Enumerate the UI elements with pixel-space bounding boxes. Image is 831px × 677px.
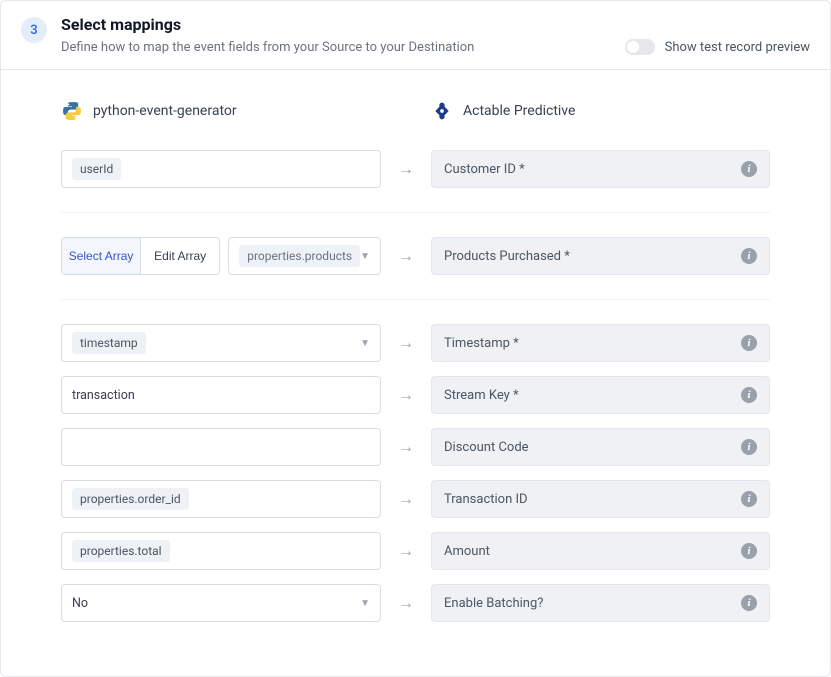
mapping-row: transaction → Stream Key * i	[61, 376, 770, 414]
chevron-down-icon: ▼	[360, 251, 370, 262]
info-icon[interactable]: i	[741, 387, 757, 403]
arrow-icon: →	[381, 159, 431, 179]
dest-label: Amount	[444, 544, 490, 559]
source-field-amount[interactable]: properties.total	[61, 532, 381, 570]
source-text: transaction	[72, 388, 135, 403]
array-path-chip: properties.products	[239, 245, 360, 267]
dest-field-enable-batching: Enable Batching? i	[431, 584, 770, 622]
preview-toggle[interactable]	[625, 39, 655, 55]
dest-field-stream-key: Stream Key * i	[431, 376, 770, 414]
dest-label: Products Purchased *	[444, 249, 570, 264]
dest-label: Stream Key *	[444, 388, 519, 403]
columns-header: python-event-generator Actable Predictiv…	[61, 100, 770, 122]
dest-field-discount-code: Discount Code i	[431, 428, 770, 466]
mapping-row: Select Array Edit Array properties.produ…	[61, 237, 770, 300]
info-icon[interactable]: i	[741, 491, 757, 507]
array-mode-toggle: Select Array Edit Array	[61, 237, 220, 275]
destination-name: Actable Predictive	[463, 103, 575, 119]
info-icon[interactable]: i	[741, 248, 757, 264]
array-path-select[interactable]: properties.products ▼	[228, 237, 381, 275]
source-field-discount-code[interactable]	[61, 428, 381, 466]
source-field-timestamp[interactable]: timestamp ▼	[61, 324, 381, 362]
source-chip: timestamp	[72, 332, 146, 354]
info-icon[interactable]: i	[741, 439, 757, 455]
chevron-down-icon: ▼	[360, 338, 370, 349]
card-body: python-event-generator Actable Predictiv…	[1, 70, 830, 676]
dest-field-transaction-id: Transaction ID i	[431, 480, 770, 518]
info-icon[interactable]: i	[741, 595, 757, 611]
preview-toggle-label: Show test record preview	[665, 40, 810, 55]
source-field-userid[interactable]: userId	[61, 150, 381, 188]
dest-label: Timestamp *	[444, 336, 519, 351]
arrow-icon: →	[381, 333, 431, 353]
dest-field-customer-id: Customer ID * i	[431, 150, 770, 188]
mapping-row: → Discount Code i	[61, 428, 770, 466]
arrow-icon: →	[381, 489, 431, 509]
mapping-row: timestamp ▼ → Timestamp * i	[61, 324, 770, 362]
header-right: Show test record preview	[625, 39, 810, 55]
arrow-icon: →	[381, 593, 431, 613]
card-header: 3 Select mappings Define how to map the …	[1, 1, 830, 70]
dest-field-timestamp: Timestamp * i	[431, 324, 770, 362]
page-subtitle: Define how to map the event fields from …	[61, 40, 611, 55]
chevron-down-icon: ▼	[360, 598, 370, 609]
source-chip: userId	[72, 158, 121, 180]
info-icon[interactable]: i	[741, 335, 757, 351]
mappings-card: 3 Select mappings Define how to map the …	[0, 0, 831, 677]
dest-label: Customer ID *	[444, 162, 525, 177]
source-chip: properties.total	[72, 540, 170, 562]
info-icon[interactable]: i	[741, 161, 757, 177]
dest-label: Transaction ID	[444, 492, 528, 507]
edit-array-button[interactable]: Edit Array	[140, 238, 219, 274]
arrow-icon: →	[381, 385, 431, 405]
dest-label: Enable Batching?	[444, 596, 543, 611]
arrow-icon: →	[381, 246, 431, 266]
arrow-icon: →	[381, 437, 431, 457]
arrow-icon: →	[381, 541, 431, 561]
info-icon[interactable]: i	[741, 543, 757, 559]
select-array-button[interactable]: Select Array	[62, 238, 140, 274]
mapping-row: No ▼ → Enable Batching? i	[61, 584, 770, 622]
python-icon	[61, 100, 83, 122]
source-chip: properties.order_id	[72, 488, 189, 510]
step-badge: 3	[21, 17, 47, 43]
mapping-row: properties.order_id → Transaction ID i	[61, 480, 770, 518]
source-field-enable-batching[interactable]: No ▼	[61, 584, 381, 622]
source-column-header: python-event-generator	[61, 100, 381, 122]
source-field-transaction-id[interactable]: properties.order_id	[61, 480, 381, 518]
source-field-stream-key[interactable]: transaction	[61, 376, 381, 414]
actable-icon	[431, 100, 453, 122]
mapping-row: userId → Customer ID * i	[61, 150, 770, 213]
dest-label: Discount Code	[444, 440, 529, 455]
dest-field-products-purchased: Products Purchased * i	[431, 237, 770, 275]
source-name: python-event-generator	[93, 103, 237, 119]
header-main: Select mappings Define how to map the ev…	[61, 15, 611, 55]
source-text: No	[72, 596, 88, 611]
destination-column-header: Actable Predictive	[431, 100, 770, 122]
mapping-row: properties.total → Amount i	[61, 532, 770, 570]
page-title: Select mappings	[61, 15, 611, 34]
dest-field-amount: Amount i	[431, 532, 770, 570]
